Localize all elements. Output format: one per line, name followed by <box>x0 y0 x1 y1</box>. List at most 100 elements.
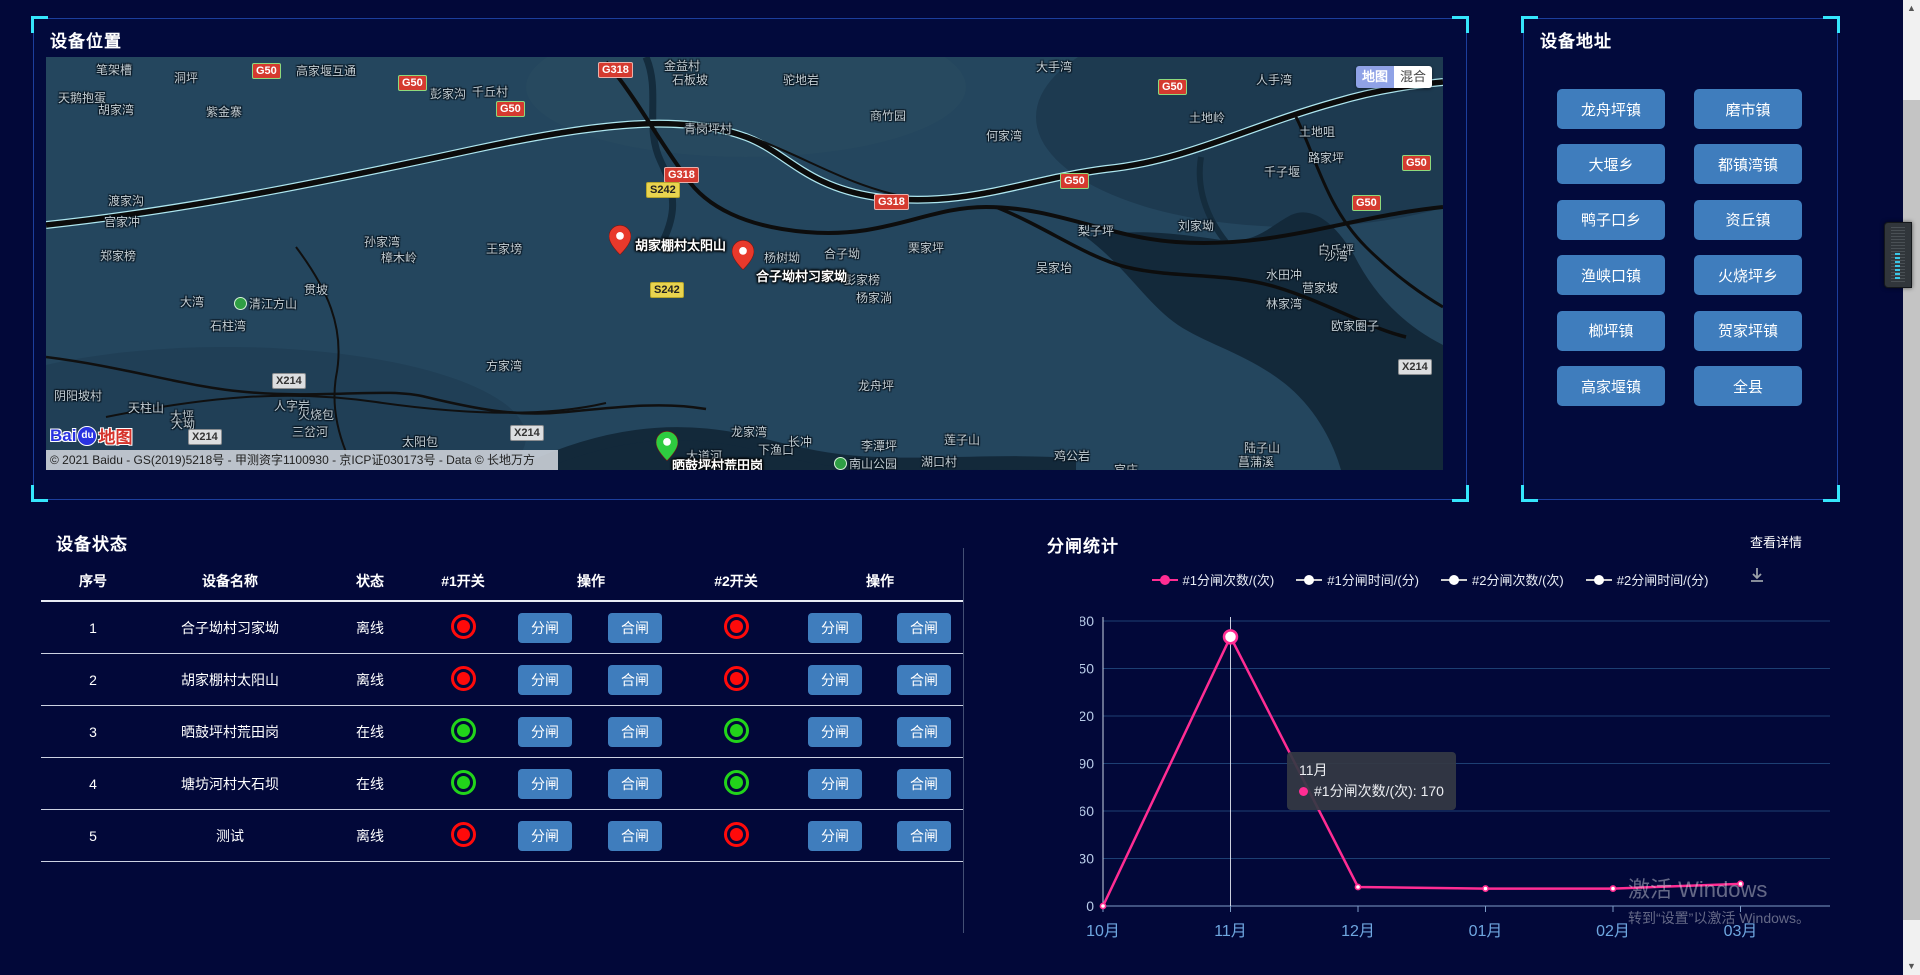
close-switch2-button[interactable]: 合闸 <box>897 717 951 747</box>
device-pin[interactable] <box>732 240 754 270</box>
close-switch2-button[interactable]: 合闸 <box>897 665 951 695</box>
address-button[interactable]: 大堰乡 <box>1557 144 1665 184</box>
column-header: 设备名称 <box>145 571 315 591</box>
x-axis-label: 01月 <box>1469 923 1503 940</box>
page-scrollbar[interactable]: ▲ ▼ <box>1903 0 1920 975</box>
open-switch1-button[interactable]: 分闸 <box>518 821 572 851</box>
address-button[interactable]: 火烧坪乡 <box>1694 255 1802 295</box>
address-button[interactable]: 都镇湾镇 <box>1694 144 1802 184</box>
table-row: 2胡家棚村太阳山离线分闸合闸分闸合闸 <box>41 654 963 706</box>
road-badge: X214 <box>510 425 544 441</box>
legend-dot-icon <box>1160 575 1170 585</box>
cell-close2: 合闸 <box>879 821 969 851</box>
address-button[interactable]: 贺家坪镇 <box>1694 311 1802 351</box>
address-button[interactable]: 龙舟坪镇 <box>1557 89 1665 129</box>
close-switch2-button[interactable]: 合闸 <box>897 821 951 851</box>
cell-close2: 合闸 <box>879 769 969 799</box>
road-badge: S242 <box>650 282 684 298</box>
close-switch1-button[interactable]: 合闸 <box>608 769 662 799</box>
open-switch2-button[interactable]: 分闸 <box>808 717 862 747</box>
map-label: 栗家坪 <box>908 239 944 256</box>
map-label: 林家湾 <box>1266 295 1302 312</box>
address-button[interactable]: 全县 <box>1694 366 1802 406</box>
cell-open1: 分闸 <box>501 769 589 799</box>
road-badge: G318 <box>874 194 909 210</box>
map-label: 千丘村 <box>472 83 508 100</box>
watermark-line1: 激活 Windows <box>1628 872 1810 904</box>
address-button[interactable]: 榔坪镇 <box>1557 311 1665 351</box>
tooltip-month: 11月 <box>1299 760 1444 781</box>
close-switch1-button[interactable]: 合闸 <box>608 821 662 851</box>
corner-decoration <box>1452 16 1469 33</box>
cell-switch1 <box>425 666 501 694</box>
legend-item[interactable]: #2分闸次数/(次) <box>1441 570 1564 589</box>
y-axis-tick-label: 180 <box>1080 613 1094 629</box>
address-button[interactable]: 渔峡口镇 <box>1557 255 1665 295</box>
cell-open2: 分闸 <box>791 665 879 695</box>
open-switch2-button[interactable]: 分闸 <box>808 613 862 643</box>
close-switch1-button[interactable]: 合闸 <box>608 717 662 747</box>
map-label: 官庄 <box>1114 461 1138 470</box>
open-switch2-button[interactable]: 分闸 <box>808 769 862 799</box>
map-label: 石柱湾 <box>210 317 246 334</box>
road-badge: G318 <box>598 62 633 78</box>
map-label: 长冲 <box>788 433 812 450</box>
switch2-indicator <box>724 614 749 639</box>
map-label: 洞坪 <box>174 69 198 86</box>
open-switch1-button[interactable]: 分闸 <box>518 613 572 643</box>
map-label: 天柱山 <box>128 399 164 416</box>
switch2-indicator <box>724 666 749 691</box>
data-point <box>1483 886 1488 891</box>
corner-decoration <box>31 16 48 33</box>
corner-decoration <box>1823 485 1840 502</box>
open-switch1-button[interactable]: 分闸 <box>518 769 572 799</box>
road-badge: G50 <box>1158 79 1187 95</box>
map-label: 杨家淌 <box>856 289 892 306</box>
device-pin[interactable] <box>609 225 631 255</box>
close-switch2-button[interactable]: 合闸 <box>897 613 951 643</box>
close-switch2-button[interactable]: 合闸 <box>897 769 951 799</box>
view-details-link[interactable]: 查看详情 <box>1750 532 1802 551</box>
legend-dot-icon <box>1594 575 1604 585</box>
map-label: 郑家榜 <box>100 247 136 264</box>
scroll-down-arrow[interactable]: ▼ <box>1903 958 1920 975</box>
map-label: 鸡公岩 <box>1054 447 1090 464</box>
cell-switch1 <box>425 614 501 642</box>
map-mode-button[interactable]: 地图 <box>1356 66 1394 88</box>
park-icon <box>234 297 247 310</box>
open-switch1-button[interactable]: 分闸 <box>518 717 572 747</box>
legend-item[interactable]: #2分闸时间/(分) <box>1586 570 1709 589</box>
map-label: 太阳包 <box>402 433 438 450</box>
cell-close1: 合闸 <box>589 821 681 851</box>
legend-item[interactable]: #1分闸次数/(次) <box>1152 570 1275 589</box>
park-icon <box>834 457 847 470</box>
open-switch2-button[interactable]: 分闸 <box>808 821 862 851</box>
address-button[interactable]: 高家堰镇 <box>1557 366 1665 406</box>
cell-status: 离线 <box>315 618 425 638</box>
widget-cyan-indicator <box>1895 253 1900 281</box>
side-utility-widget[interactable] <box>1884 222 1912 288</box>
map-label: 何家湾 <box>986 127 1022 144</box>
map-label: 南山公园 <box>834 455 897 470</box>
open-switch2-button[interactable]: 分闸 <box>808 665 862 695</box>
close-switch1-button[interactable]: 合闸 <box>608 613 662 643</box>
scroll-up-arrow[interactable]: ▲ <box>1903 0 1920 17</box>
map-type-toggle[interactable]: 地图 混合 <box>1356 66 1432 88</box>
close-switch1-button[interactable]: 合闸 <box>608 665 662 695</box>
hybrid-mode-button[interactable]: 混合 <box>1394 66 1432 88</box>
cell-status: 离线 <box>315 670 425 690</box>
map-label: 千子堰 <box>1264 163 1300 180</box>
data-point <box>1610 886 1615 891</box>
map-label: 贯坡 <box>304 281 328 298</box>
switch2-indicator <box>724 770 749 795</box>
baidu-map[interactable]: 笔架槽洞坪高家堰互通天鹅抱蛋胡家湾紫金寨彭家沟千丘村金益村石板坡驼地岩大手湾人手… <box>46 57 1443 470</box>
map-label: 清江方山 <box>234 295 297 312</box>
address-button[interactable]: 磨市镇 <box>1694 89 1802 129</box>
address-button[interactable]: 鸭子口乡 <box>1557 200 1665 240</box>
open-switch1-button[interactable]: 分闸 <box>518 665 572 695</box>
address-button[interactable]: 资丘镇 <box>1694 200 1802 240</box>
map-label: 樟木岭 <box>381 249 417 266</box>
y-axis-tick-label: 150 <box>1080 661 1094 677</box>
legend-item[interactable]: #1分闸时间/(分) <box>1296 570 1419 589</box>
section-divider <box>963 548 964 933</box>
